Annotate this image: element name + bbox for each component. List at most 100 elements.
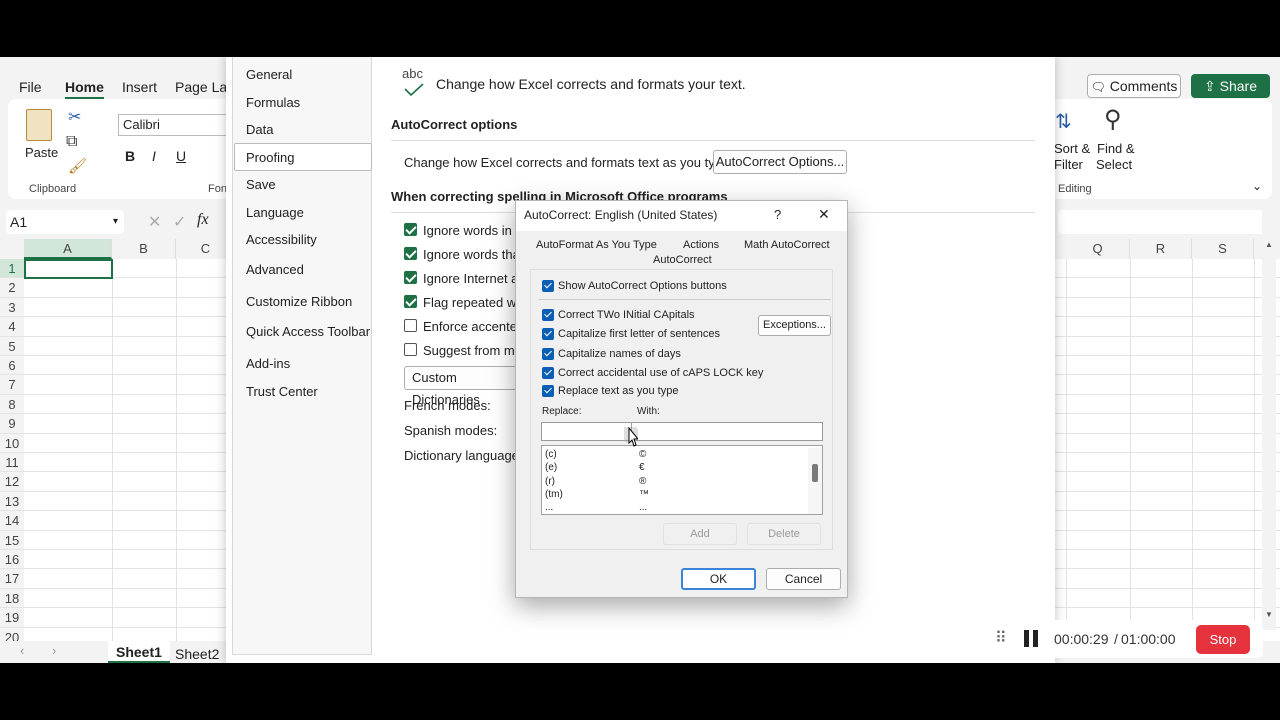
row-number[interactable]: 6 [0, 356, 24, 375]
nav-item-advanced[interactable]: Advanced [246, 262, 304, 277]
column-header-q[interactable]: Q [1066, 239, 1130, 259]
ignore-internet-checkbox[interactable] [404, 271, 417, 284]
nav-item-customize-ribbon[interactable]: Customize Ribbon [246, 294, 352, 309]
capitalize-sentences-checkbox[interactable] [542, 328, 554, 340]
with-input[interactable] [632, 422, 823, 441]
confirm-entry-icon[interactable]: ✓ [173, 212, 186, 232]
underline-icon[interactable]: U [176, 148, 186, 164]
tab-math-autocorrect[interactable]: Math AutoCorrect [744, 239, 830, 251]
help-icon[interactable]: ? [774, 207, 781, 222]
nav-item-proofing[interactable]: Proofing [246, 150, 294, 165]
cancel-button[interactable]: Cancel [766, 568, 841, 590]
row-number[interactable]: 5 [0, 336, 24, 355]
tab-file[interactable]: File [19, 79, 42, 95]
caps-lock-checkbox[interactable] [542, 367, 554, 379]
tab-home[interactable]: Home [65, 79, 104, 100]
tab-actions[interactable]: Actions [683, 239, 719, 251]
column-header-r[interactable]: R [1130, 239, 1192, 259]
row-number[interactable]: 15 [0, 530, 24, 549]
sort-filter-label-2[interactable]: Filter [1054, 157, 1083, 172]
nav-item-general[interactable]: General [246, 67, 292, 82]
row-number[interactable]: 19 [0, 608, 24, 627]
nav-item-quick-access-toolbar[interactable]: Quick Access Toolbar [246, 324, 370, 339]
stop-button[interactable]: Stop [1196, 625, 1250, 654]
tab-autocorrect[interactable]: AutoCorrect [653, 254, 712, 266]
column-header-s[interactable]: S [1192, 239, 1254, 259]
flag-repeated-checkbox[interactable] [404, 295, 417, 308]
row-number[interactable]: 11 [0, 453, 24, 472]
sheet-prev-icon[interactable]: ‹ [20, 643, 24, 658]
scroll-thumb[interactable] [812, 464, 818, 482]
row-number[interactable]: 9 [0, 414, 24, 433]
formula-bar[interactable] [1058, 210, 1274, 234]
ignore-numbers-checkbox[interactable] [404, 247, 417, 260]
list-item[interactable]: (e) € [545, 461, 805, 474]
nav-item-add-ins[interactable]: Add-ins [246, 356, 290, 371]
row-number[interactable]: 17 [0, 569, 24, 588]
row-number[interactable]: 2 [0, 278, 24, 297]
capitalize-days-checkbox[interactable] [542, 348, 554, 360]
collapse-ribbon-icon[interactable]: ⌄ [1252, 179, 1262, 193]
ok-button[interactable]: OK [681, 568, 756, 590]
list-item[interactable]: ...... [545, 501, 805, 514]
share-button[interactable]: ⇪ Share [1191, 74, 1270, 98]
row-number[interactable]: 18 [0, 588, 24, 608]
custom-dictionaries-button[interactable]: Custom Dictionaries [404, 366, 524, 407]
row-number[interactable]: 13 [0, 491, 24, 511]
paste-label[interactable]: Paste [25, 145, 58, 160]
scroll-up-icon[interactable]: ▲ [1265, 240, 1273, 249]
add-button[interactable]: Add [663, 523, 737, 545]
nav-item-language[interactable]: Language [246, 205, 304, 220]
ignore-uppercase-checkbox[interactable] [404, 223, 417, 236]
two-initial-caps-checkbox[interactable] [542, 309, 554, 321]
tab-autoformat[interactable]: AutoFormat As You Type [536, 239, 657, 251]
replace-input[interactable] [541, 422, 632, 441]
nav-item-accessibility[interactable]: Accessibility [246, 232, 317, 247]
delete-button[interactable]: Delete [747, 523, 821, 545]
sheet-tab-1[interactable]: Sheet1 [108, 641, 170, 663]
drag-handle-icon[interactable]: ⠿ [995, 628, 1007, 648]
list-item[interactable]: (r) ® [545, 475, 805, 488]
row-number[interactable]: 1 [0, 259, 24, 278]
row-number[interactable]: 3 [0, 297, 24, 317]
cancel-entry-icon[interactable]: ✕ [148, 212, 161, 232]
italic-icon[interactable]: I [152, 148, 156, 164]
replacement-list[interactable]: (c) © (e) € (r) ® (tm) ™...... [541, 445, 823, 515]
list-item[interactable]: (tm) ™ [545, 488, 805, 501]
nav-item-save[interactable]: Save [246, 177, 276, 192]
list-item[interactable]: (c) © [545, 448, 805, 461]
row-number[interactable]: 7 [0, 375, 24, 394]
pause-icon[interactable] [1023, 630, 1039, 647]
font-name-field[interactable]: Calibri [118, 114, 228, 136]
column-header-a[interactable]: A [24, 239, 112, 259]
close-icon[interactable]: ✕ [818, 206, 830, 223]
find-select-label-1[interactable]: Find & [1097, 141, 1135, 156]
vertical-scrollbar[interactable]: ▲ ▼ [1262, 210, 1276, 630]
exceptions-button[interactable]: Exceptions... [758, 315, 831, 336]
paste-icon[interactable] [26, 109, 52, 141]
row-number[interactable]: 16 [0, 550, 24, 569]
row-number[interactable]: 8 [0, 394, 24, 414]
suggest-main-checkbox[interactable] [404, 343, 417, 356]
function-icon[interactable]: fx [197, 211, 209, 229]
column-header-b[interactable]: B [112, 239, 176, 259]
name-box[interactable]: A1 ▾ [6, 210, 124, 234]
enforce-accented-checkbox[interactable] [404, 319, 417, 332]
row-number[interactable]: 12 [0, 472, 24, 491]
row-number[interactable]: 10 [0, 433, 24, 452]
copy-icon[interactable]: ⧉ [66, 133, 77, 151]
format-painter-icon[interactable]: 🖌 [68, 157, 87, 175]
sheet-next-icon[interactable]: › [52, 643, 56, 658]
bold-icon[interactable]: B [125, 148, 135, 164]
cut-icon[interactable]: ✂ [68, 107, 81, 127]
tab-insert[interactable]: Insert [122, 79, 157, 95]
find-select-icon[interactable]: ⚲ [1104, 105, 1122, 134]
show-buttons-checkbox[interactable] [542, 280, 554, 292]
sheet-tab-2[interactable]: Sheet2 [175, 646, 219, 662]
scroll-down-icon[interactable]: ▼ [1265, 610, 1273, 619]
list-scrollbar[interactable] [808, 448, 822, 514]
selected-cell-a1[interactable] [24, 259, 113, 279]
nav-item-trust-center[interactable]: Trust Center [246, 384, 318, 399]
find-select-label-2[interactable]: Select [1096, 157, 1132, 172]
nav-item-formulas[interactable]: Formulas [246, 95, 300, 110]
